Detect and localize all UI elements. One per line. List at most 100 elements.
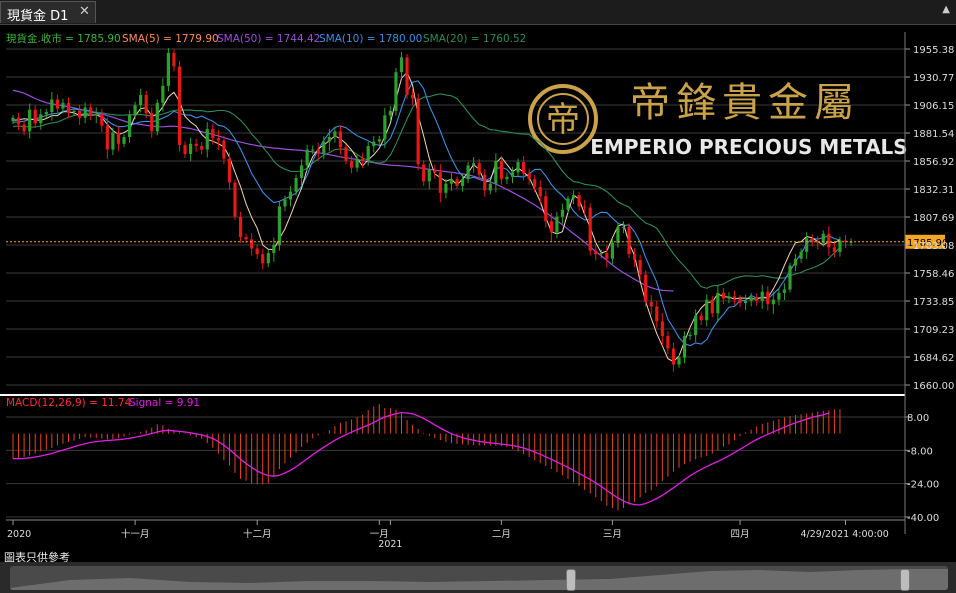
candle-body	[688, 334, 692, 337]
candle-body	[222, 140, 226, 159]
candlestick	[44, 108, 48, 119]
candlestick	[483, 169, 487, 197]
candlestick	[716, 285, 720, 323]
candle-body	[150, 113, 154, 132]
candle-body	[183, 144, 187, 155]
candlestick	[666, 331, 670, 355]
candlestick	[788, 262, 792, 293]
candle-body	[427, 170, 431, 182]
candlestick	[444, 178, 448, 199]
candlestick	[805, 232, 809, 260]
candlestick	[499, 156, 503, 185]
candle-body	[283, 199, 287, 207]
brand-logo: 帝 帝鋒貴金屬 EMPERIO PRECIOUS METALS	[528, 80, 908, 159]
legend-sma10: SMA(10) = 1780.00	[319, 33, 422, 45]
candlestick	[571, 190, 576, 205]
candlestick	[94, 107, 98, 124]
candle-body	[538, 187, 542, 197]
close-icon[interactable]: ✕	[79, 4, 90, 19]
candle-body	[621, 226, 626, 228]
time-tick-label: 二月	[492, 529, 511, 540]
candle-body	[477, 163, 481, 175]
candle-body	[266, 253, 270, 264]
candlestick	[33, 105, 37, 129]
candlestick	[449, 172, 454, 191]
navigator-left-handle[interactable]	[566, 569, 576, 591]
candlestick	[155, 99, 159, 136]
candlestick	[616, 222, 620, 248]
window-caret-icon[interactable]: ▲	[942, 4, 950, 15]
candlestick	[644, 270, 648, 307]
candle-body	[588, 207, 592, 251]
price-tick-label: 1709.23	[913, 325, 954, 336]
candlestick	[705, 294, 709, 327]
candlestick	[538, 180, 542, 205]
candlestick	[744, 294, 748, 311]
candle-body	[799, 251, 803, 259]
candle-body	[111, 132, 115, 150]
candle-body	[116, 132, 121, 144]
candlestick	[760, 284, 764, 309]
candlestick	[183, 141, 187, 159]
candlestick	[422, 160, 426, 187]
chart-tab-label: 現貨金 D1	[7, 9, 69, 24]
candle-body	[744, 300, 748, 304]
navigator-right-handle[interactable]	[900, 569, 910, 591]
candlestick	[383, 107, 387, 149]
price-tick-label: 1758.46	[913, 269, 954, 280]
candlestick	[222, 135, 226, 165]
tab-bar: 現貨金 D1 ✕ ▲	[0, 0, 956, 25]
candle-body	[649, 301, 653, 307]
candle-body	[671, 348, 676, 365]
candlestick	[78, 104, 82, 125]
candle-body	[677, 357, 681, 365]
candle-body	[377, 139, 381, 142]
time-tick-label: 十二月	[243, 528, 272, 540]
candlestick	[405, 53, 409, 99]
candlestick	[266, 249, 270, 268]
candlestick	[250, 233, 254, 256]
candlestick	[749, 292, 753, 307]
candle-body	[66, 102, 71, 112]
navigator-track[interactable]	[10, 566, 948, 590]
candle-body	[205, 129, 209, 150]
candlestick	[560, 203, 565, 224]
candle-body	[633, 254, 637, 260]
candlestick	[338, 125, 343, 155]
candle-body	[666, 336, 670, 349]
candlestick	[627, 223, 631, 259]
candlestick	[116, 126, 121, 152]
candlestick	[782, 283, 787, 301]
candle-body	[788, 265, 792, 290]
navigator-scrollbar[interactable]	[0, 562, 956, 593]
candle-body	[349, 160, 354, 168]
candlestick	[510, 166, 515, 184]
candlestick	[555, 211, 559, 239]
candlestick	[372, 136, 376, 153]
macd-tick-label: -40.00	[907, 513, 939, 524]
candlestick	[427, 163, 431, 190]
candle-body	[771, 299, 775, 305]
candlestick	[16, 112, 21, 131]
candlestick	[793, 253, 798, 272]
legend-macd: MACD(12,26,9) = 11.74	[6, 397, 132, 409]
candle-body	[22, 124, 26, 132]
chart-canvas[interactable]: 帝 帝鋒貴金屬 EMPERIO PRECIOUS METALS 1785.90 …	[0, 24, 956, 562]
candle-body	[805, 238, 809, 252]
candle-body	[594, 250, 598, 255]
candlestick	[144, 90, 148, 118]
candle-body	[211, 129, 215, 139]
candlestick	[66, 97, 71, 119]
candle-body	[716, 292, 720, 314]
candle-body	[494, 160, 498, 184]
candle-body	[344, 147, 348, 161]
chart-tab[interactable]: 現貨金 D1 ✕	[0, 1, 96, 24]
candle-body	[522, 162, 526, 174]
candle-body	[333, 131, 337, 138]
candle-body	[449, 179, 454, 184]
candle-body	[555, 216, 559, 233]
legend-sma5: SMA(5) = 1779.90	[122, 33, 219, 45]
candle-body	[560, 209, 565, 217]
candlestick	[166, 48, 170, 92]
candlestick	[682, 331, 687, 364]
